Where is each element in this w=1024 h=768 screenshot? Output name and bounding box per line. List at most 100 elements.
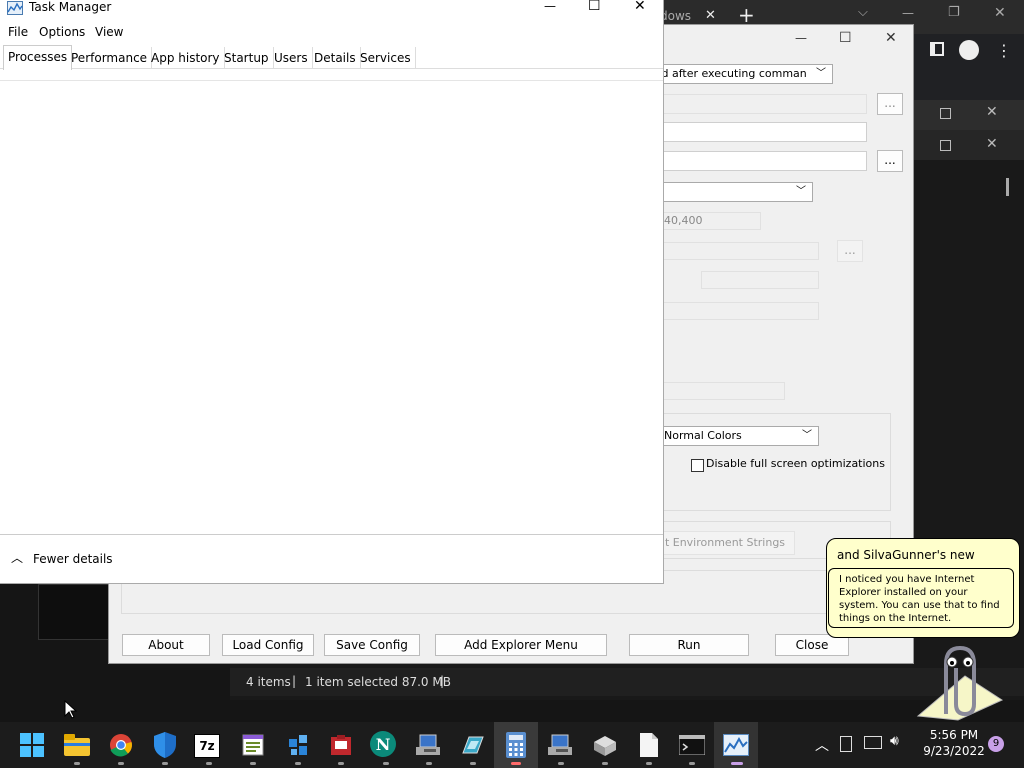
running-indicator bbox=[689, 762, 695, 765]
config-maximize-icon[interactable]: ☐ bbox=[839, 30, 852, 46]
about-button[interactable]: About bbox=[122, 634, 210, 656]
sidebar-icon[interactable] bbox=[930, 42, 944, 56]
file-explorer-icon[interactable] bbox=[62, 730, 92, 760]
task-manager-icon bbox=[7, 1, 23, 15]
calculator-icon[interactable] bbox=[501, 730, 531, 760]
blank-file-icon[interactable] bbox=[634, 730, 664, 760]
add-explorer-menu-button[interactable]: Add Explorer Menu bbox=[435, 634, 607, 656]
7zip-icon[interactable]: 7z bbox=[194, 734, 220, 758]
config-minimize-icon[interactable]: — bbox=[795, 31, 807, 45]
netscape-icon[interactable]: N bbox=[370, 731, 396, 757]
tab-services[interactable]: Services bbox=[356, 47, 416, 69]
clock[interactable]: 5:56 PM 9/23/2022 bbox=[921, 728, 987, 758]
dark-panel bbox=[38, 584, 110, 640]
disabled-field-3 bbox=[701, 271, 819, 289]
clock-date: 9/23/2022 bbox=[923, 744, 985, 758]
running-indicator bbox=[731, 762, 743, 765]
running-indicator bbox=[426, 762, 432, 765]
save-config-button[interactable]: Save Config bbox=[324, 634, 420, 656]
chevron-up-icon[interactable]: ︿ bbox=[11, 549, 23, 566]
tab-app-history[interactable]: App history bbox=[147, 47, 225, 69]
chevron-down-icon: ﹀ bbox=[796, 186, 806, 197]
task-manager-title: Task Manager bbox=[29, 0, 112, 14]
explorer-pane-close-icon[interactable]: ✕ bbox=[986, 136, 998, 152]
running-indicator bbox=[338, 762, 344, 765]
profile-avatar-icon[interactable] bbox=[959, 40, 979, 60]
browser-close-icon[interactable]: ✕ bbox=[994, 5, 1006, 21]
running-indicator bbox=[162, 762, 168, 765]
running-indicator bbox=[511, 762, 521, 765]
path-field-1[interactable] bbox=[629, 122, 867, 142]
tab-details[interactable]: Details bbox=[310, 47, 361, 69]
notification-badge[interactable]: 9 bbox=[988, 736, 1004, 752]
browse-button-1[interactable]: ... bbox=[877, 93, 903, 115]
volume-icon[interactable]: 🔊︎ bbox=[890, 733, 899, 749]
chevron-up-tray-icon[interactable]: ︿ bbox=[815, 735, 829, 755]
tab-performance[interactable]: Performance bbox=[67, 47, 153, 69]
clippy-paperclip-icon[interactable] bbox=[910, 640, 1010, 722]
terminal-icon[interactable] bbox=[677, 730, 707, 760]
status-selection: 1 item selected 87.0 MB bbox=[305, 675, 451, 689]
explorer-scrollbar[interactable] bbox=[1006, 178, 1009, 196]
explorer-status-bar: 4 items | 1 item selected 87.0 MB | bbox=[230, 668, 1024, 696]
tab-processes[interactable]: Processes bbox=[3, 45, 73, 70]
browser-restore-icon[interactable]: ❐ bbox=[948, 5, 960, 20]
task-manager-window: Task Manager — ☐ ✕ File Options View Pro… bbox=[0, 0, 664, 584]
explorer-pane-maximize-icon[interactable] bbox=[940, 140, 951, 151]
clippy-message[interactable]: I noticed you have Internet Explorer ins… bbox=[828, 568, 1014, 628]
tab-search-icon[interactable]: ⌵ bbox=[858, 5, 868, 20]
network-icon[interactable] bbox=[864, 736, 882, 749]
browse-button-2[interactable]: ... bbox=[877, 150, 903, 172]
browser-menu-icon[interactable]: ⋮ bbox=[996, 41, 1012, 60]
clippy-headline: and SilvaGunner's new bbox=[837, 548, 975, 562]
chrome-icon[interactable] bbox=[106, 730, 136, 760]
blue-app-icon[interactable] bbox=[283, 730, 313, 760]
load-config-button[interactable]: Load Config bbox=[222, 634, 314, 656]
running-indicator bbox=[74, 762, 80, 765]
box-app-icon[interactable] bbox=[590, 730, 620, 760]
mouse-cursor-icon bbox=[64, 700, 78, 719]
task-manager-minimize-icon[interactable]: — bbox=[544, 0, 556, 13]
tab-startup[interactable]: Startup bbox=[220, 47, 274, 69]
colors-value: Normal Colors bbox=[664, 429, 742, 442]
browser-tab-title[interactable]: dows bbox=[660, 9, 691, 23]
fewer-details-link[interactable]: Fewer details bbox=[33, 552, 113, 566]
tab-users[interactable]: Users bbox=[270, 47, 313, 69]
network-app-icon[interactable] bbox=[414, 730, 444, 760]
green-app-icon[interactable] bbox=[458, 730, 488, 760]
explorer-maximize-icon[interactable] bbox=[940, 108, 951, 119]
browser-minimize-icon[interactable]: — bbox=[902, 6, 914, 20]
config-close-icon[interactable]: ✕ bbox=[885, 30, 897, 46]
task-manager-close-icon[interactable]: ✕ bbox=[634, 0, 646, 14]
browse-button-3[interactable]: ... bbox=[837, 240, 863, 262]
path-field-2[interactable] bbox=[629, 151, 867, 171]
task-manager-taskbar-icon[interactable] bbox=[721, 730, 751, 760]
red-app-icon[interactable] bbox=[326, 730, 356, 760]
running-indicator bbox=[646, 762, 652, 765]
running-indicator bbox=[602, 762, 608, 765]
status-item-count: 4 items bbox=[246, 675, 291, 689]
run-button[interactable]: Run bbox=[629, 634, 749, 656]
explorer-close-icon[interactable]: ✕ bbox=[986, 104, 998, 120]
environment-strings-button[interactable]: t Environment Strings bbox=[655, 531, 795, 555]
windows-start-icon[interactable] bbox=[17, 730, 47, 760]
running-indicator bbox=[118, 762, 124, 765]
clock-time: 5:56 PM bbox=[929, 728, 979, 742]
running-indicator bbox=[250, 762, 256, 765]
windows-security-icon[interactable] bbox=[150, 730, 180, 760]
notepad-plus-icon[interactable] bbox=[238, 730, 268, 760]
status-separator-2: | bbox=[440, 674, 445, 688]
browser-tab-close-icon[interactable]: ✕ bbox=[705, 8, 716, 23]
menu-view[interactable]: View bbox=[95, 25, 123, 39]
chevron-down-icon: ﹀ bbox=[802, 430, 812, 441]
fullscreen-checkbox[interactable] bbox=[691, 459, 704, 472]
fullscreen-checkbox-label: Disable full screen optimizations bbox=[706, 457, 885, 470]
running-indicator bbox=[558, 762, 564, 765]
menu-file[interactable]: File bbox=[8, 25, 28, 39]
colors-select[interactable]: Normal Colors ﹀ bbox=[659, 426, 819, 446]
network-app-icon-2[interactable] bbox=[546, 730, 576, 760]
menu-options[interactable]: Options bbox=[39, 25, 85, 39]
task-manager-maximize-icon[interactable]: ☐ bbox=[588, 0, 601, 14]
running-indicator bbox=[295, 762, 301, 765]
tray-app-icon[interactable] bbox=[840, 736, 852, 752]
